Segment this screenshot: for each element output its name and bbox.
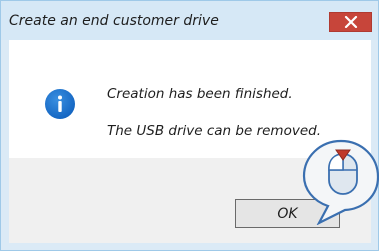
message-line-1: Creation has been finished. (107, 86, 293, 102)
close-icon (344, 16, 357, 28)
close-button[interactable] (329, 12, 372, 32)
dialog-window: Create an end customer drive Creation ha… (0, 0, 379, 251)
dialog-title: Create an end customer drive (9, 13, 219, 29)
title-bar[interactable]: Create an end customer drive (1, 1, 378, 40)
message-line-2: The USB drive can be removed. (107, 123, 321, 139)
mouse-click-indicator (302, 139, 379, 225)
info-glyph (58, 95, 62, 112)
info-icon (45, 89, 75, 119)
